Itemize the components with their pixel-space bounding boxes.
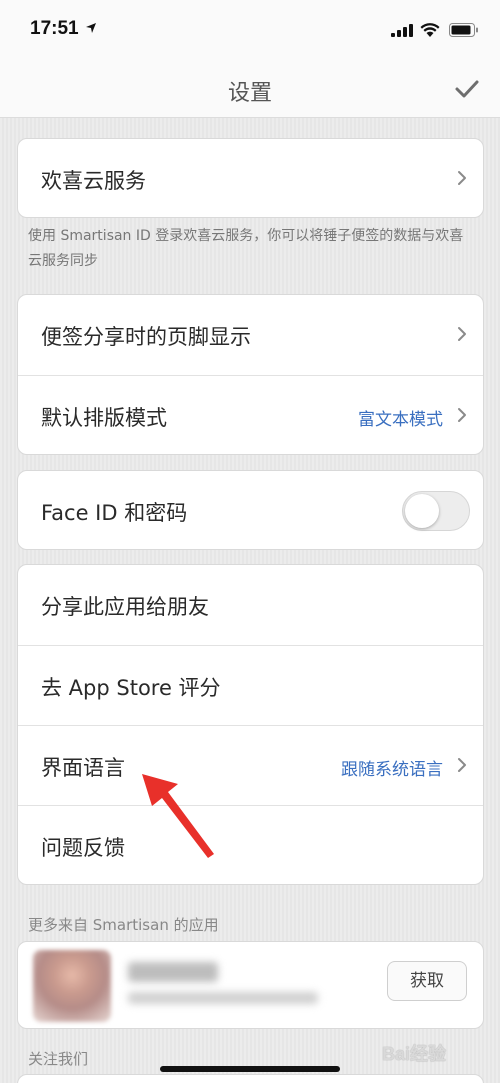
feedback-label: 问题反馈 bbox=[41, 836, 125, 860]
cloud-service-row[interactable]: 欢喜云服务 bbox=[18, 139, 483, 217]
face-id-row: Face ID 和密码 bbox=[18, 471, 483, 549]
page-title: 设置 bbox=[227, 81, 272, 106]
cloud-card: 欢喜云服务 bbox=[17, 138, 484, 218]
share-footer-row[interactable]: 便签分享时的页脚显示 bbox=[18, 295, 483, 375]
get-app-button[interactable]: 获取 bbox=[387, 961, 467, 1001]
location-arrow-icon bbox=[86, 23, 96, 33]
chevron-right-icon bbox=[458, 171, 466, 185]
watermark: Bai经验 bbox=[382, 1044, 447, 1064]
cloud-service-label: 欢喜云服务 bbox=[41, 169, 146, 193]
more-apps-header: 更多来自 Smartisan 的应用 bbox=[28, 916, 219, 934]
follow-us-header: 关注我们 bbox=[28, 1050, 89, 1068]
battery-icon bbox=[449, 23, 478, 37]
wifi-icon bbox=[420, 23, 440, 37]
blurred-app-description bbox=[128, 992, 318, 1004]
share-app-label: 分享此应用给朋友 bbox=[41, 595, 209, 619]
note-settings-card: 便签分享时的页脚显示 默认排版模式 富文本模式 bbox=[17, 294, 484, 455]
blurred-app-name bbox=[128, 962, 218, 982]
feedback-row[interactable]: 问题反馈 bbox=[18, 806, 483, 884]
rate-app-row[interactable]: 去 App Store 评分 bbox=[18, 646, 483, 726]
language-label: 界面语言 bbox=[41, 756, 125, 780]
face-id-toggle[interactable] bbox=[402, 491, 470, 531]
checkmark-icon[interactable] bbox=[452, 77, 482, 101]
status-bar: 17:51 bbox=[0, 0, 500, 60]
more-apps-card: 获取 bbox=[17, 941, 484, 1029]
share-footer-label: 便签分享时的页脚显示 bbox=[41, 325, 251, 349]
share-app-row[interactable]: 分享此应用给朋友 bbox=[18, 565, 483, 645]
status-time: 17:51 bbox=[30, 18, 79, 39]
follow-us-card bbox=[17, 1074, 484, 1083]
annotation-arrow-icon bbox=[142, 774, 214, 858]
app-thumbnail bbox=[33, 950, 111, 1022]
chevron-right-icon bbox=[458, 327, 466, 341]
rate-app-label: 去 App Store 评分 bbox=[41, 676, 221, 700]
security-card: Face ID 和密码 bbox=[17, 470, 484, 550]
cloud-hint-text: 使用 Smartisan ID 登录欢喜云服务，你可以将锤子便签的数据与欢喜云服… bbox=[28, 228, 464, 269]
chevron-right-icon bbox=[458, 408, 466, 422]
misc-card: 分享此应用给朋友 去 App Store 评分 界面语言 跟随系统语言 问题反馈 bbox=[17, 564, 484, 885]
face-id-label: Face ID 和密码 bbox=[41, 501, 188, 525]
cellular-signal-icon bbox=[391, 24, 413, 37]
layout-mode-row[interactable]: 默认排版模式 富文本模式 bbox=[18, 376, 483, 454]
layout-mode-label: 默认排版模式 bbox=[41, 406, 167, 430]
nav-bar: 设置 bbox=[0, 60, 500, 118]
toggle-knob bbox=[405, 494, 439, 528]
home-indicator bbox=[160, 1066, 340, 1072]
layout-mode-value: 富文本模式 bbox=[358, 410, 443, 430]
language-row[interactable]: 界面语言 跟随系统语言 bbox=[18, 726, 483, 806]
language-value: 跟随系统语言 bbox=[341, 760, 443, 780]
chevron-right-icon bbox=[458, 758, 466, 772]
